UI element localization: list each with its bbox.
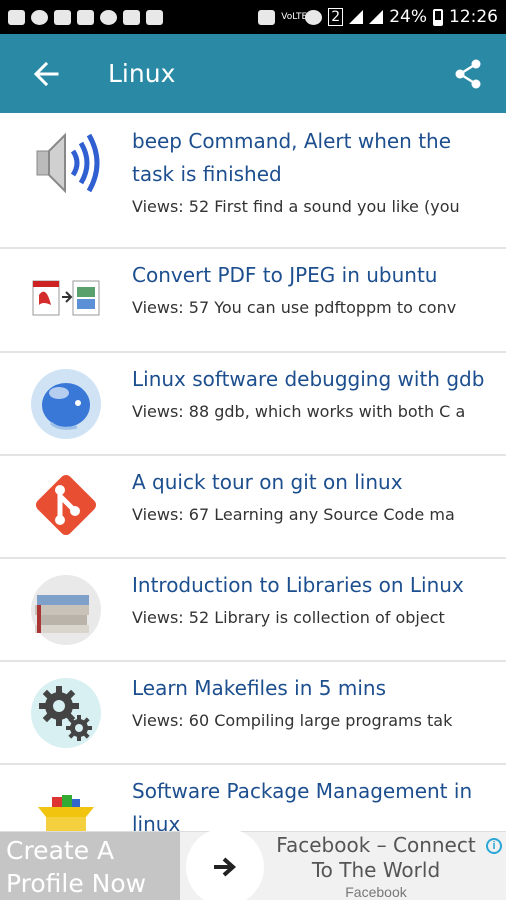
item-texts: Introduction to Libraries on Linux Views…	[132, 559, 506, 660]
missed-call-icon	[31, 9, 48, 25]
list-item[interactable]: beep Command, Alert when the task is fin…	[0, 113, 506, 249]
news-icon	[54, 9, 71, 25]
share-button[interactable]	[440, 46, 496, 102]
list-item[interactable]: Software Package Management in linux	[0, 765, 506, 831]
back-button[interactable]	[18, 46, 74, 102]
battery-icon	[433, 8, 443, 26]
item-texts: Convert PDF to JPEG in ubuntu Views: 57 …	[132, 249, 506, 351]
git-icon	[35, 474, 97, 536]
package-icon	[38, 795, 94, 831]
thumbnail	[0, 353, 132, 454]
thumbnail	[0, 559, 132, 660]
list-item[interactable]: Linux software debugging with gdb Views:…	[0, 353, 506, 456]
item-texts: Software Package Management in linux	[132, 765, 506, 831]
item-texts: Learn Makefiles in 5 mins Views: 60 Comp…	[132, 662, 506, 763]
whatsapp-icon	[100, 9, 117, 25]
ad-source: Facebook	[345, 884, 407, 900]
facebook-icon	[77, 9, 94, 25]
item-snippet: Views: 52 Library is collection of objec…	[132, 608, 445, 627]
message-icon	[8, 9, 25, 25]
share-icon	[455, 59, 481, 89]
item-snippet: Views: 57 You can use pdftoppm to conv	[132, 298, 457, 317]
status-notifications	[8, 9, 163, 25]
status-bar: VoLTE 2 24% 12:26	[0, 0, 506, 34]
thumbnail	[0, 456, 132, 557]
ad-create-profile-text[interactable]: Create A Profile Now	[0, 832, 180, 900]
arrow-left-icon	[33, 61, 59, 86]
list-item[interactable]: Introduction to Libraries on Linux Views…	[0, 559, 506, 662]
ad-banner[interactable]: Create A Profile Now Facebook – Connect …	[0, 828, 506, 900]
pdf-to-jpeg-icon	[32, 280, 100, 316]
gallery-icon	[123, 9, 140, 25]
list-item[interactable]: Convert PDF to JPEG in ubuntu Views: 57 …	[0, 249, 506, 353]
app-bar: Linux	[0, 34, 506, 113]
item-snippet: Views: 52 First find a sound you like (y…	[132, 197, 460, 216]
item-title: A quick tour on git on linux	[132, 470, 403, 494]
status-system: VoLTE 2 24% 12:26	[258, 7, 498, 27]
item-snippet: Views: 60 Compiling large programs tak	[132, 711, 453, 730]
wifi-icon	[305, 9, 323, 25]
item-snippet: Views: 67 Learning any Source Code ma	[132, 505, 455, 524]
item-title: Linux software debugging with gdb	[132, 367, 485, 391]
list-item[interactable]: Learn Makefiles in 5 mins Views: 60 Comp…	[0, 662, 506, 765]
volte-indicator: VoLTE	[281, 11, 308, 22]
thumbnail	[0, 113, 132, 247]
list-item[interactable]: A quick tour on git on linux Views: 67 L…	[0, 456, 506, 559]
item-title: Convert PDF to JPEG in ubuntu	[132, 263, 438, 287]
thumbnail	[0, 765, 132, 831]
signal-icon-2	[369, 10, 384, 24]
item-title: Software Package Management in linux	[132, 779, 473, 831]
gdb-fish-icon	[31, 369, 101, 439]
thumbnail	[0, 662, 132, 763]
item-texts: beep Command, Alert when the task is fin…	[132, 113, 506, 247]
thumbnail	[0, 249, 132, 351]
article-list[interactable]: beep Command, Alert when the task is fin…	[0, 113, 506, 831]
item-texts: Linux software debugging with gdb Views:…	[132, 353, 506, 454]
sim-badge: 2	[328, 8, 344, 26]
item-title: Learn Makefiles in 5 mins	[132, 676, 386, 700]
gears-icon	[31, 678, 101, 748]
arrow-right-icon	[214, 857, 237, 877]
page-title: Linux	[108, 59, 176, 88]
item-texts: A quick tour on git on linux Views: 67 L…	[132, 456, 506, 557]
cancel-icon	[146, 9, 163, 25]
item-snippet: Views: 88 gdb, which works with both C a	[132, 402, 466, 421]
battery-percent: 24%	[389, 7, 427, 27]
adchoices-info-icon[interactable]: i	[486, 838, 502, 854]
gallery-notification-icon	[258, 9, 276, 25]
ad-arrow-button[interactable]	[186, 828, 264, 900]
clock: 12:26	[449, 7, 498, 27]
books-icon	[31, 575, 101, 645]
signal-icon	[349, 10, 364, 24]
item-title: beep Command, Alert when the task is fin…	[132, 129, 452, 186]
speaker-icon	[36, 132, 100, 194]
item-title: Introduction to Libraries on Linux	[132, 573, 464, 597]
ad-headline[interactable]: Facebook – Connect To The World	[268, 833, 484, 883]
